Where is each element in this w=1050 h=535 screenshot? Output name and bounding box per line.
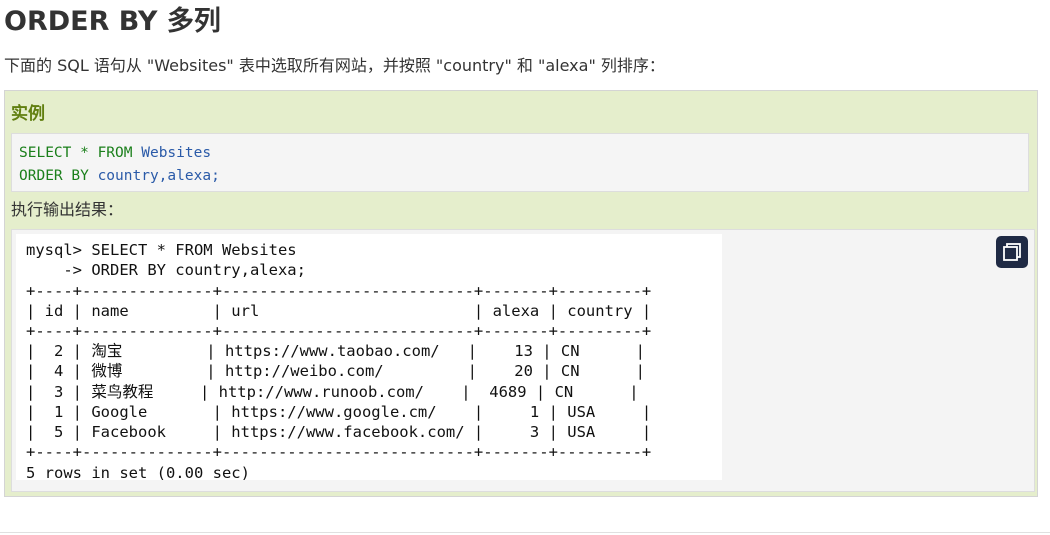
console-line: | 1 | Google | https://www.google.cm/ | … bbox=[26, 403, 652, 421]
console-line: | id | name | url | alexa | country | bbox=[26, 302, 652, 320]
page-title: ORDER BY 多列 bbox=[4, 6, 221, 37]
code-keyword: SELECT * FROM bbox=[19, 145, 133, 161]
code-identifier: Websites bbox=[141, 145, 212, 161]
page-divider bbox=[0, 532, 1050, 533]
output-box: mysql> SELECT * FROM Websites -> ORDER B… bbox=[11, 229, 1035, 492]
console-line: | 2 | 淘宝 | https://www.taobao.com/ | 13 … bbox=[26, 342, 645, 360]
console-line: mysql> SELECT * FROM Websites bbox=[26, 241, 297, 259]
code-identifier: country,alexa; bbox=[97, 168, 220, 184]
example-heading: 实例 bbox=[11, 104, 45, 124]
console-output[interactable]: mysql> SELECT * FROM Websites -> ORDER B… bbox=[16, 234, 722, 482]
sql-code-block[interactable]: SELECT * FROM Websites ORDER BY country,… bbox=[11, 133, 1029, 192]
console-line: -> ORDER BY country,alexa; bbox=[26, 261, 306, 279]
console-line: +----+--------------+-------------------… bbox=[26, 282, 652, 300]
copy-icon bbox=[1003, 243, 1021, 261]
code-keyword: ORDER BY bbox=[19, 168, 89, 184]
output-label: 执行输出结果： bbox=[11, 200, 124, 219]
intro-paragraph: 下面的 SQL 语句从 "Websites" 表中选取所有网站，并按照 "cou… bbox=[4, 56, 665, 75]
copy-button[interactable] bbox=[996, 236, 1028, 268]
console-line: | 5 | Facebook | https://www.facebook.co… bbox=[26, 423, 652, 441]
console-line: | 4 | 微博 | http://weibo.com/ | 20 | CN | bbox=[26, 362, 645, 380]
console-line: +----+--------------+-------------------… bbox=[26, 322, 652, 340]
console-line: +----+--------------+-------------------… bbox=[26, 443, 652, 461]
console-line: 5 rows in set (0.00 sec) bbox=[26, 464, 250, 482]
console-line: | 3 | 菜鸟教程 | http://www.runoob.com/ | 46… bbox=[26, 383, 639, 401]
example-box: 实例 SELECT * FROM Websites ORDER BY count… bbox=[4, 90, 1038, 497]
